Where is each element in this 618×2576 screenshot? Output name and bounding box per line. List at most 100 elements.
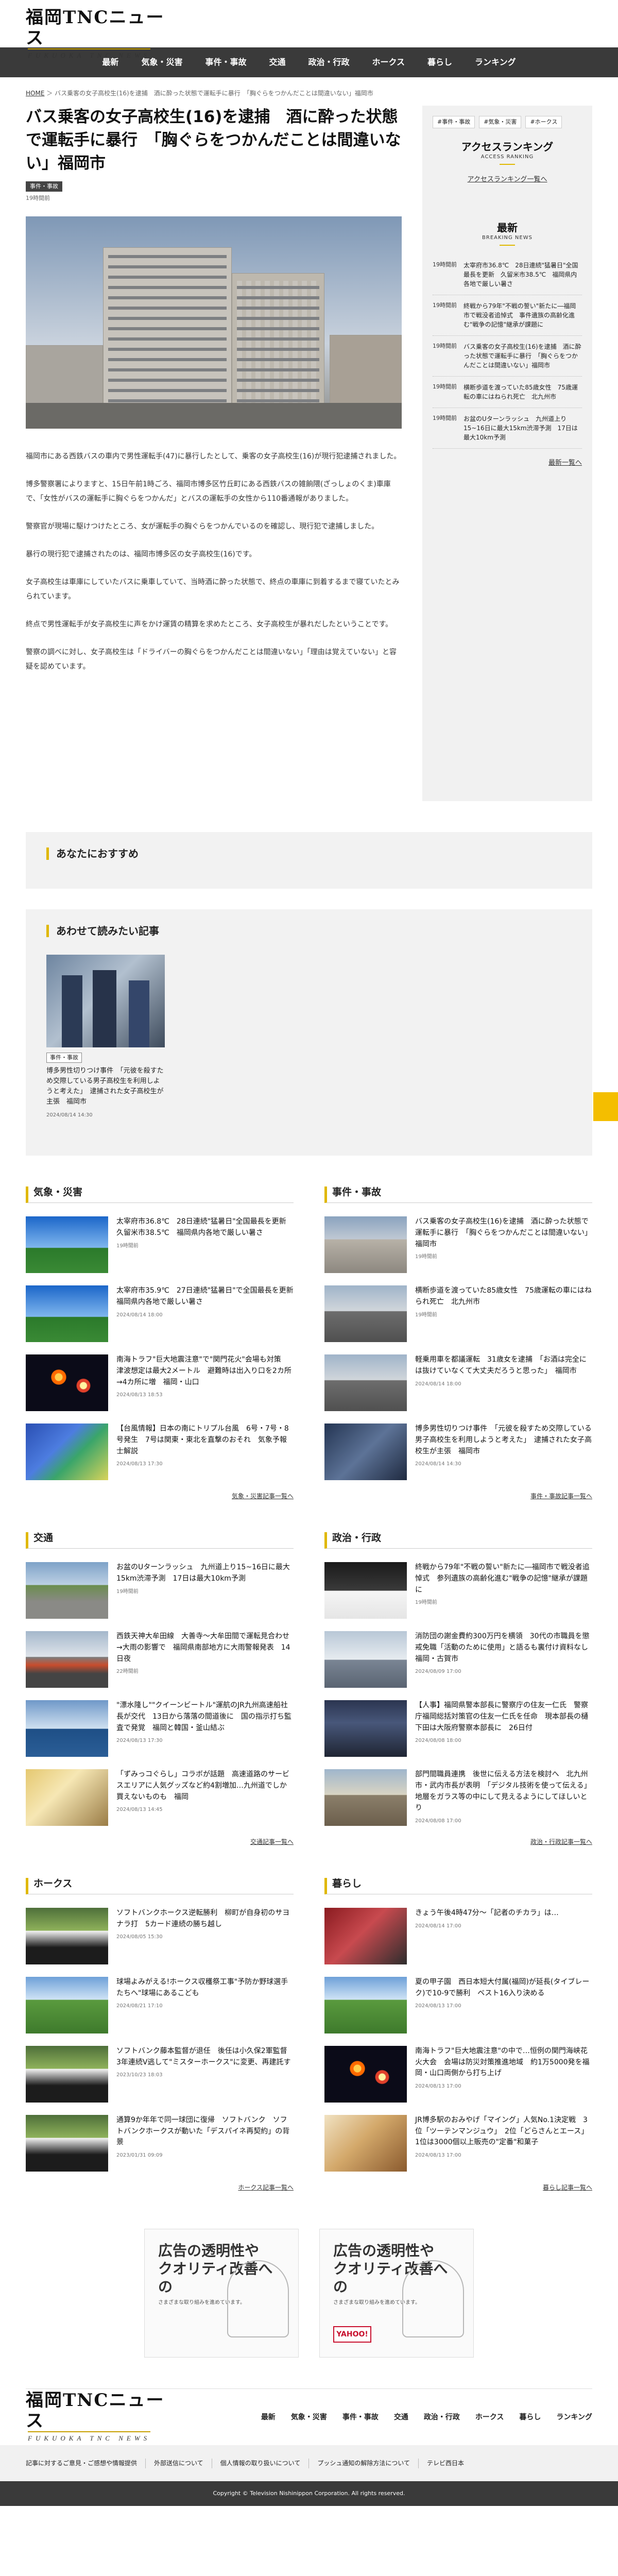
category-article-item[interactable]: バス乗客の女子高校生(16)を逮捕 酒に酔った状態で運転手に暴行 「胸ぐらをつか…	[324, 1210, 592, 1279]
footer-link[interactable]: 外部送信について	[145, 2458, 212, 2468]
category-more-link[interactable]: 暮らし記事一覧へ	[324, 2183, 592, 2193]
category-article-item[interactable]: 太宰府市35.9℃ 27日連続"猛暑日"で全国最長を更新 福岡県内各地で厳しい暑…	[26, 1279, 301, 1348]
latest-item[interactable]: 19時間前 終戦から79年"不戦の誓い"新たに―福岡市で戦没者追悼式 事件遺族の高…	[433, 295, 582, 336]
article-thumbnail	[324, 1216, 407, 1274]
recommend-title: あなたにおすすめ	[46, 848, 572, 860]
category-article-item[interactable]: 南海トラフ"巨大地震注意"の中で…恒例の関門海峡花火大会 会場は防災対策推進地域…	[324, 2040, 592, 2109]
category-article-item[interactable]: "漂水隆し""クイーンビートル"運航のJR九州高速船社長が交代 13日から落落の…	[26, 1694, 294, 1763]
article-headline: 部門間職員連携 後世に伝える方法を検討へ 北九州市・武内市長が表明 「デジタル技…	[415, 1770, 591, 1812]
article-date: 19時間前	[415, 1254, 437, 1260]
article-headline: "漂水隆し""クイーンビートル"運航のJR九州高速船社長が交代 13日から落落の…	[116, 1701, 291, 1732]
category-more-link[interactable]: 交通記事一覧へ	[26, 1837, 294, 1847]
category-article-item[interactable]: 消防団の謝金費約300万円を横領 30代の市職員を懲戒免職「活動のために使用」と…	[324, 1625, 595, 1694]
category-article-item[interactable]: 部門間職員連携 後世に伝える方法を検討へ 北九州市・武内市長が表明 「デジタル技…	[324, 1763, 592, 1832]
footer-link[interactable]: テレビ西日本	[418, 2458, 472, 2468]
related-card[interactable]: 事件・事故 博多男性切りつけ事件 「元彼を殺すため交際している男子高校生を利用し…	[46, 955, 165, 1120]
tag-link[interactable]: #事件・事故	[433, 116, 475, 128]
article-date: 2024/08/13 17:00	[415, 2003, 461, 2009]
article: バス乗客の女子高校生(16)を逮捕 酒に酔った状態で運転手に暴行 「胸ぐらをつか…	[26, 106, 402, 801]
latest-more-link[interactable]: 最新一覧へ	[433, 458, 582, 469]
nav-item-life[interactable]: 暮らし	[416, 56, 464, 69]
latest-item[interactable]: 19時間前 お盆のUターンラッシュ 九州道上り15~16日に最大15km渋滞予測 …	[433, 408, 582, 449]
footer-link[interactable]: 個人情報の取り扱いについて	[211, 2458, 309, 2468]
category-more-link[interactable]: 気象・災害記事一覧へ	[26, 1492, 294, 1501]
article-paragraph: 福岡市にある西鉄バスの車内で男性運転手(47)に暴行したとして、乗客の女子高校生…	[26, 452, 401, 461]
footer-nav-item[interactable]: ホークス	[475, 2412, 504, 2423]
nav-item-politics[interactable]: 政治・行政	[297, 56, 360, 69]
footer-top: 福岡TNCニュース FUKUOKA TNC NEWS 最新 気象・災害 事件・事…	[26, 2388, 592, 2445]
category-article-item[interactable]: 横断歩道を渡っていた85歳女性 75歳運転の車にはねられ死亡 北九州市 19時間…	[324, 1279, 592, 1348]
nav-item-hawks[interactable]: ホークス	[361, 56, 417, 69]
breadcrumb-current: バス乗客の女子高校生(16)を逮捕 酒に酔った状態で運転手に暴行 「胸ぐらをつか…	[55, 90, 373, 97]
footer-nav-item[interactable]: 最新	[261, 2412, 276, 2423]
recommend-section: あなたにおすすめ	[26, 832, 592, 889]
article-date: 2024/08/14 14:30	[415, 1461, 461, 1467]
article-thumbnail	[26, 1285, 108, 1343]
article-thumbnail	[26, 1908, 108, 1965]
ad-illustration	[227, 2260, 289, 2338]
footer-link[interactable]: プッシュ通知の解除方法について	[308, 2458, 418, 2468]
category-section-politics: 政治・行政 終戦から79年"不戦の誓い"新たに―福岡市で戦没者追悼式 参列遺族の…	[324, 1532, 595, 1847]
article-date: 2024/08/14 17:00	[415, 1923, 461, 1929]
category-article-item[interactable]: きょう午後4時47分～「記者のチカラ」は… 2024/08/14 17:00	[324, 1902, 592, 1971]
footer-nav-item[interactable]: 交通	[394, 2412, 408, 2423]
category-article-item[interactable]: 通算9か年年で同一球団に復帰 ソフトバンク ソフトバンクホークスが動いた「デスパ…	[26, 2109, 294, 2178]
category-article-item[interactable]: 博多男性切りつけ事件 「元彼を殺すため交際している男子高校生を利用しようと考えた…	[324, 1417, 592, 1486]
article-headline: 太宰府市36.8℃ 28日連続"猛暑日"全国最長を更新 久留米市38.5℃ 福岡…	[116, 1217, 294, 1237]
ad-banner[interactable]: 広告の透明性や クオリティ改善への さまざまな取り組みを進めています。 YAHO…	[319, 2229, 474, 2358]
category-article-item[interactable]: 軽乗用車を都議運転 31歳女を逮捕 「お酒は完全には抜けていなくて大丈夫だろうと…	[324, 1348, 592, 1417]
category-title[interactable]: 政治・行政	[324, 1532, 592, 1549]
footer-nav-item[interactable]: ランキング	[556, 2412, 592, 2423]
footer-nav-item[interactable]: 事件・事故	[342, 2412, 379, 2423]
footer-nav-item[interactable]: 気象・災害	[291, 2412, 327, 2423]
category-tag[interactable]: 事件・事故	[26, 181, 62, 192]
category-article-item[interactable]: お盆のUターンラッシュ 九州道上り15~16日に最大15km渋滞予測 17日は最…	[26, 1556, 294, 1625]
category-more-link[interactable]: 事件・事故記事一覧へ	[324, 1492, 592, 1501]
ad-banner[interactable]: 広告の透明性や クオリティ改善への さまざまな取り組みを進めています。	[144, 2229, 299, 2358]
article-date: 2024/08/08 17:00	[415, 1818, 461, 1824]
category-article-item[interactable]: JR博多駅のおみやげ「マイング」人気No.1決定戦 3位「ツーテンマンジュウ」 …	[324, 2109, 592, 2178]
site-logo[interactable]: 福岡TNCニュース FUKUOKA TNC NEWS	[26, 7, 175, 61]
category-article-item[interactable]: 「ずみっコぐらし」コラボが話題 高速道路のサービスエリアに人気グッズなど約4割増…	[26, 1763, 294, 1832]
nav-item-traffic[interactable]: 交通	[258, 56, 297, 69]
category-article-item[interactable]: 南海トラフ"巨大地震注意"で"関門花火"会場も対策 津波想定は最大2メートル 避…	[26, 1348, 294, 1417]
latest-item[interactable]: 19時間前 太宰府市36.8℃ 28日連続"猛暑日"全国最長を更新 久留米市38.…	[433, 255, 582, 295]
footer-nav-item[interactable]: 暮らし	[519, 2412, 541, 2423]
category-article-item[interactable]: 太宰府市36.8℃ 28日連続"猛暑日"全国最長を更新 久留米市38.5℃ 福岡…	[26, 1210, 294, 1279]
footer-link[interactable]: 記事に対するご意見・ご感想や情報提供	[26, 2459, 145, 2468]
category-article-item[interactable]: 西鉄天神大牟田線 大善寺～大牟田間で運転見合わせ→大雨の影響で 福岡県南部地方に…	[26, 1625, 294, 1694]
category-article-item[interactable]: 終戦から79年"不戦の誓い"新たに―福岡市で戦没者追悼式 参列遺族の高齢化進む"…	[324, 1556, 592, 1625]
article-thumbnail	[324, 1908, 407, 1965]
article-body: 福岡市にある西鉄バスの車内で男性運転手(47)に暴行したとして、乗客の女子高校生…	[26, 449, 402, 674]
category-title[interactable]: ホークス	[26, 1878, 294, 1895]
article-headline: 博多男性切りつけ事件 「元彼を殺すため交際している男子高校生を利用しようと考えた…	[415, 1425, 592, 1455]
category-article-item[interactable]: 球場よみがえる!ホークス収穫祭工事"予防か野球選手たちへ"球場にあるこども 20…	[26, 1971, 294, 2040]
nav-item-ranking[interactable]: ランキング	[464, 56, 527, 69]
article-date: 2024/08/13 14:45	[116, 1807, 163, 1813]
article-headline: 太宰府市35.9℃ 27日連続"猛暑日"で全国最長を更新 福岡県内各地で厳しい暑…	[116, 1286, 301, 1306]
category-article-item[interactable]: 【人事】福岡県警本部長に警察庁の住友一仁氏 警察庁福岡総括対策官の住友一仁氏を任…	[324, 1694, 592, 1763]
tag-link[interactable]: #気象・災害	[479, 116, 522, 128]
latest-item[interactable]: 19時間前 横断歩道を渡っていた85歳女性 75歳運転の車にはねられ死亡 北九州市	[433, 377, 582, 408]
footer-logo[interactable]: 福岡TNCニュース FUKUOKA TNC NEWS	[26, 2390, 175, 2444]
article-thumbnail	[26, 1631, 108, 1688]
category-article-item[interactable]: ソフトバンク藤本監督が退任 後任は小久保2軍監督 3年連続V逃して"ミスターホー…	[26, 2040, 295, 2109]
category-article-item[interactable]: 夏の甲子園 西日本短大付属(福岡)が延長(タイブレーク)で10-9で勝利 ベスト…	[324, 1971, 592, 2040]
nav-item-incidents[interactable]: 事件・事故	[194, 56, 258, 69]
copyright: Copyright © Television Nishinippon Corpo…	[0, 2481, 618, 2506]
tag-link[interactable]: #ホークス	[525, 116, 562, 128]
floating-side-tab[interactable]	[593, 1092, 618, 1121]
category-title[interactable]: 気象・災害	[26, 1187, 294, 1204]
ranking-list-link[interactable]: アクセスランキング一覧へ	[433, 175, 582, 185]
breadcrumb-home[interactable]: HOME	[26, 90, 44, 97]
category-article-item[interactable]: 【台風情報】日本の南にトリプル台風 6号・7号・8号発生 7号は関東・東北を直撃…	[26, 1417, 294, 1486]
latest-item[interactable]: 19時間前 バス乗客の女子高校生(16)を逮捕 酒に酔った状態で運転手に暴行 「胸…	[433, 336, 582, 377]
footer-nav-item[interactable]: 政治・行政	[424, 2412, 460, 2423]
category-title[interactable]: 暮らし	[324, 1878, 592, 1895]
category-more-link[interactable]: 政治・行政記事一覧へ	[324, 1837, 592, 1847]
category-title[interactable]: 交通	[26, 1532, 294, 1549]
category-title[interactable]: 事件・事故	[324, 1187, 592, 1204]
category-more-link[interactable]: ホークス記事一覧へ	[26, 2183, 294, 2193]
category-article-item[interactable]: ソフトバンクホークス逆転勝利 柳町が自身初のサヨナラ打 5カード連続の勝ち越し …	[26, 1902, 294, 1971]
footer-links: 記事に対するご意見・ご感想や情報提供 外部送信について 個人情報の取り扱いについ…	[0, 2445, 618, 2482]
